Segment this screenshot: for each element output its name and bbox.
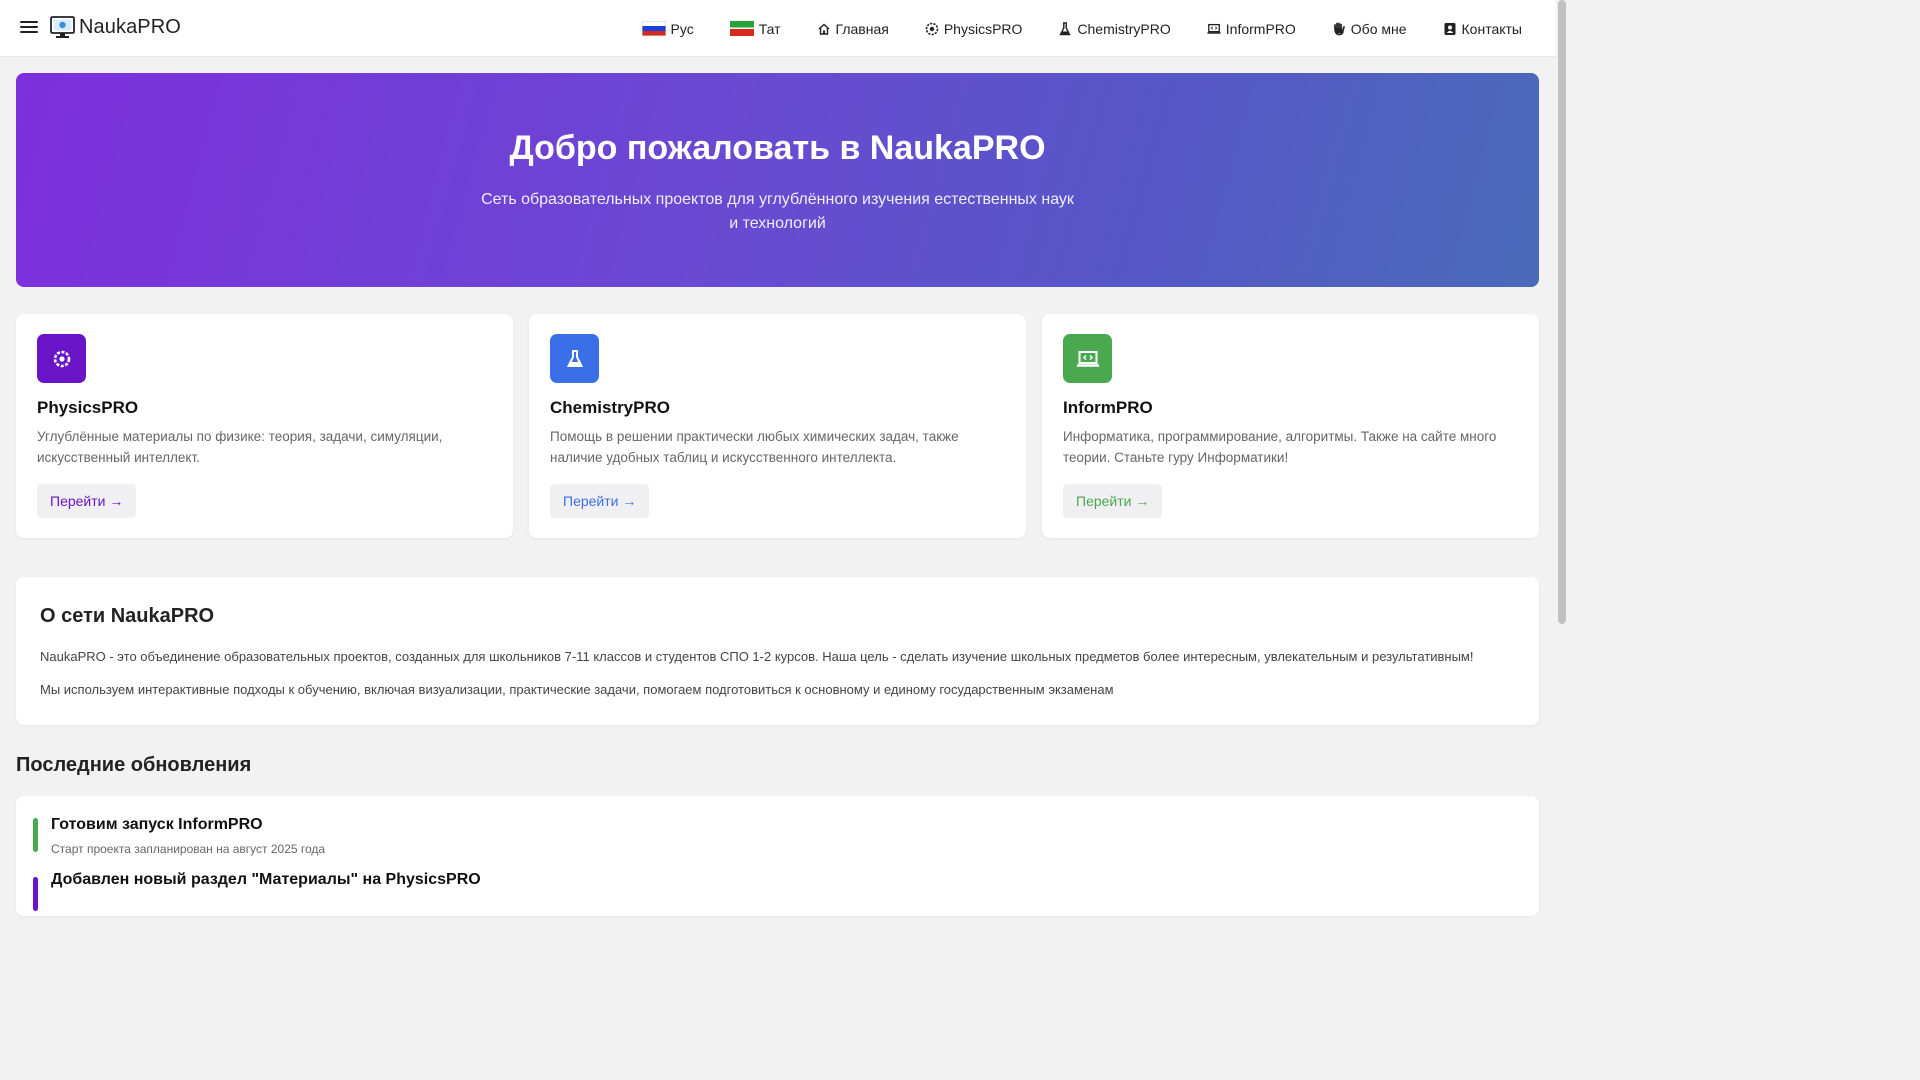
nav-label: Главная <box>835 20 889 37</box>
flask-icon <box>566 349 583 367</box>
hamburger-menu-icon[interactable] <box>20 19 38 37</box>
atom-icon <box>925 22 939 35</box>
nav-physics[interactable]: PhysicsPRO <box>925 20 1023 37</box>
card-title: InformPRO <box>1063 398 1153 417</box>
nav-about-me[interactable]: Обо мне <box>1332 21 1407 37</box>
nav-inform[interactable]: InformPRO <box>1207 21 1296 37</box>
laptop-code-icon <box>1207 23 1221 34</box>
card-physicspro: PhysicsPRO Углублённые материалы по физи… <box>16 314 513 538</box>
main-nav: Рус Тат Главная PhysicsPRO ChemistryPRO … <box>641 0 1522 57</box>
update-accent-bar <box>33 818 38 852</box>
hero-banner: Добро пожаловать в NaukaPRO Сеть образов… <box>16 73 1539 287</box>
card-description: Информатика, программирование, алгоритмы… <box>1063 429 1497 465</box>
top-navbar: NaukaPRO Рус Тат Главная PhysicsPRO Chem… <box>0 0 1556 57</box>
nav-label: Контакты <box>1461 20 1522 37</box>
update-title: Готовим запуск InformPRO <box>51 816 263 833</box>
page-scrollbar[interactable] <box>1556 0 1568 882</box>
nav-label: Рус <box>670 20 694 37</box>
updates-heading: Последние обновления <box>16 754 252 776</box>
hand-icon <box>1333 22 1345 35</box>
physicspro-go-button[interactable]: Перейти → <box>37 484 137 518</box>
nav-contacts[interactable]: Контакты <box>1443 21 1522 37</box>
laptop-code-icon <box>1076 350 1099 367</box>
card-title: PhysicsPRO <box>37 398 139 417</box>
hero-subtitle: Сеть образовательных проектов для углубл… <box>481 191 1074 232</box>
nav-chemistry[interactable]: ChemistryPRO <box>1058 20 1171 37</box>
scrollbar-thumb[interactable] <box>1558 0 1566 624</box>
atom-icon <box>53 350 70 367</box>
update-accent-bar <box>33 877 38 911</box>
about-section: О сети NaukaPRO NaukaPRO - это объединен… <box>16 577 1539 725</box>
home-icon <box>818 23 829 35</box>
card-description: Помощь в решении практически любых химич… <box>550 429 959 465</box>
card-informpro: InformPRO Информатика, программирование,… <box>1042 314 1539 538</box>
card-chemistrypro: ChemistryPRO Помощь в решении практическ… <box>529 314 1026 538</box>
flask-icon <box>1059 21 1072 35</box>
nav-label: Обо мне <box>1350 20 1407 37</box>
site-logo[interactable]: NaukaPRO <box>50 16 181 39</box>
contact-icon <box>1444 22 1456 35</box>
informpro-go-button[interactable]: Перейти → <box>1063 484 1163 518</box>
update-subtitle: Старт проекта запланирован на август 202… <box>51 842 326 856</box>
card-icon <box>37 334 86 383</box>
card-title: ChemistryPRO <box>550 398 670 417</box>
card-icon <box>550 334 599 383</box>
nav-lang-ru[interactable]: Рус <box>641 20 694 37</box>
nav-home[interactable]: Главная <box>817 21 889 37</box>
russia-flag-icon <box>641 21 666 36</box>
nav-lang-tt[interactable]: Тат <box>729 20 781 37</box>
nav-label: ChemistryPRO <box>1077 20 1171 37</box>
about-paragraph: Мы используем интерактивные подходы к об… <box>40 682 1114 697</box>
card-icon <box>1063 334 1112 383</box>
about-paragraph: NaukaPRO - это объединение образовательн… <box>40 649 1474 664</box>
nav-label: InformPRO <box>1225 20 1296 37</box>
updates-list: Готовим запуск InformPRO Старт проекта з… <box>16 796 1539 916</box>
chemistrypro-go-button[interactable]: Перейти → <box>550 484 650 518</box>
nav-label: Тат <box>758 20 781 37</box>
tatarstan-flag-icon <box>729 21 754 36</box>
computer-logo-icon <box>50 16 75 38</box>
hero-title: Добро пожаловать в NaukaPRO <box>509 129 1046 167</box>
about-title: О сети NaukaPRO <box>40 605 215 627</box>
update-title: Добавлен новый раздел "Материалы" на Phy… <box>51 871 481 888</box>
card-description: Углублённые материалы по физике: теория,… <box>37 429 443 465</box>
logo-text: NaukaPRO <box>79 16 181 38</box>
nav-label: PhysicsPRO <box>943 20 1023 37</box>
